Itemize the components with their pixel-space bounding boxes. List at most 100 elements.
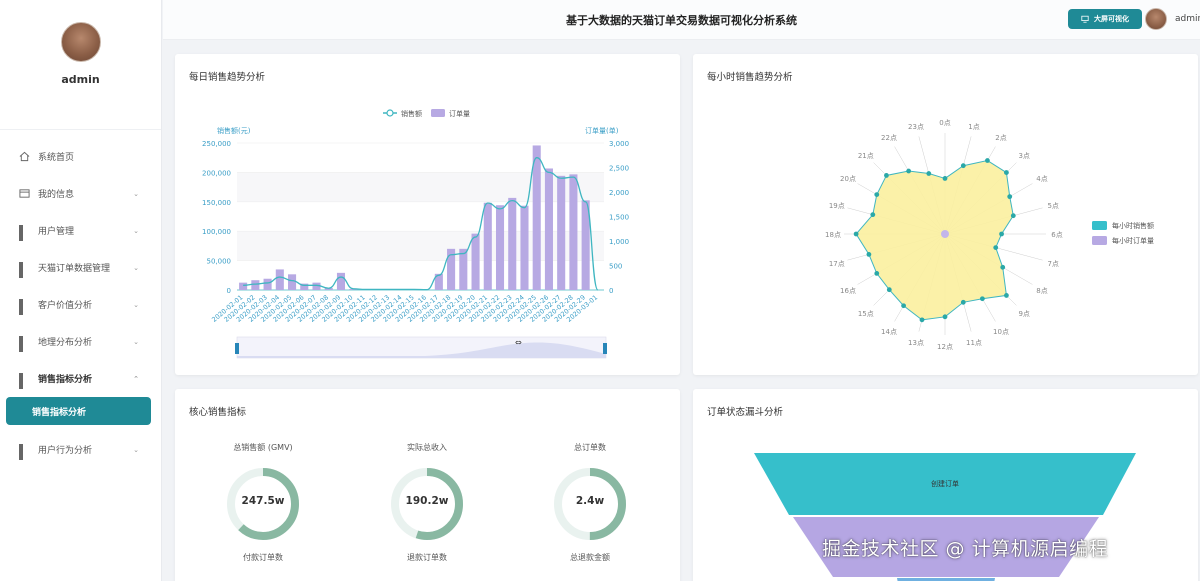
grid-icon	[19, 336, 30, 352]
bar-orders	[483, 202, 492, 290]
radar-indicator-label: 9点	[1018, 310, 1029, 318]
radar-point-sales	[886, 287, 892, 293]
grid-icon	[19, 262, 30, 278]
bar-orders	[312, 282, 321, 290]
kpi-gmv: 总销售额 (GMV) 247.5w 付款订单数	[188, 442, 338, 563]
hourly-sales-card: 每小时销售趋势分析 0点 23点 22点 21点 20点 19点 18点 17点 16点 15点 1…	[693, 54, 1198, 375]
radar-indicator-label: 23点	[908, 123, 924, 131]
sidebar-item-home[interactable]: 系统首页	[0, 138, 161, 175]
bar-orders	[288, 274, 297, 290]
bar-orders	[544, 168, 553, 290]
grid-icon	[19, 444, 30, 460]
zoom-drag-cursor-icon: ⇔	[515, 338, 522, 347]
y2-tick-label: 3,000	[609, 140, 629, 148]
hourly-radar-chart[interactable]: 0点 23点 22点 21点 20点 19点 18点 17点 16点 15点 14点 13点 12点 11…	[693, 54, 1198, 375]
daily-sales-chart[interactable]: 销售额 订单量销售额(元) 订单量(单) 250,000 200,000 150,000 1…	[175, 54, 680, 375]
chevron-down-icon: ⌄	[133, 227, 139, 235]
grid-icon	[19, 373, 30, 389]
radar-point-orders	[941, 230, 949, 238]
radar-indicator-label: 6点	[1051, 231, 1062, 239]
big-screen-label: 大屏可视化	[1094, 15, 1129, 23]
radar-point-sales	[874, 270, 880, 276]
bar-orders	[263, 278, 272, 290]
radar-indicator-label: 19点	[829, 202, 845, 210]
bar-orders	[251, 280, 260, 290]
legend-swatch-sales	[1092, 221, 1107, 230]
radar-indicator-label: 15点	[858, 310, 874, 318]
legend-label: 销售额	[401, 109, 422, 118]
radar-indicator-label: 1点	[968, 123, 979, 131]
y2-axis-title: 订单量(单)	[585, 126, 619, 135]
radar-indicator-label: 17点	[829, 260, 845, 268]
sidebar-item-user-mgmt[interactable]: 用户管理 ⌄	[0, 212, 161, 249]
grid-icon	[19, 299, 30, 315]
page-title: 基于大数据的天猫订单交易数据可视化分析系统	[566, 14, 797, 27]
radar-indicator-label: 4点	[1036, 175, 1047, 183]
radar-indicator-label: 3点	[1018, 152, 1029, 160]
card-title: 核心销售指标	[189, 407, 247, 418]
y-tick-label: 150,000	[202, 199, 231, 207]
radar-point-sales	[870, 212, 876, 218]
kpi-value: 2.4w	[575, 495, 605, 507]
y2-tick-label: 500	[609, 263, 622, 271]
bar-orders	[459, 248, 468, 290]
sidebar-item-customer-value[interactable]: 客户价值分析 ⌄	[0, 286, 161, 323]
bar-orders	[239, 282, 248, 290]
avatar[interactable]	[60, 22, 101, 62]
sidebar-item-label: 用户管理	[38, 227, 75, 237]
radar-point-sales	[942, 314, 948, 320]
radar-series-sales	[855, 159, 1014, 321]
big-screen-button[interactable]: 大屏可视化	[1068, 9, 1142, 29]
y-tick-label: 200,000	[202, 169, 231, 177]
sidebar-subitem-sales-metrics[interactable]: 销售指标分析	[6, 397, 151, 425]
kpi-value: 190.2w	[405, 495, 449, 507]
radar-point-sales	[901, 303, 906, 309]
legend-label: 订单量	[449, 109, 470, 118]
bar-orders	[520, 205, 529, 290]
radar-point-sales	[874, 192, 880, 198]
bar-orders	[508, 197, 517, 290]
radar-indicator-label: 13点	[908, 339, 924, 347]
monitor-icon	[1081, 15, 1089, 23]
radar-indicator-label: 0点	[939, 119, 950, 127]
bar-orders	[557, 175, 566, 290]
funnel-stage-label: 创建订单	[931, 479, 959, 488]
radar-point-sales	[985, 158, 990, 163]
profile-card-icon	[19, 189, 30, 198]
y-tick-label: 50,000	[207, 258, 232, 266]
kpi-card: 核心销售指标 总销售额 (GMV) 247.5w 付款订单数 实际总收入 190…	[175, 389, 680, 581]
sidebar-item-user-behavior[interactable]: 用户行为分析 ⌄	[0, 431, 161, 468]
y2-tick-label: 2,000	[609, 189, 629, 197]
sidebar-item-order-data[interactable]: 天猫订单数据管理 ⌄	[0, 249, 161, 286]
radar-point-sales	[1000, 264, 1006, 270]
legend-swatch-orders	[1092, 236, 1107, 245]
sidebar-menu: 系统首页 我的信息 ⌄ 用户管理 ⌄ 天猫订单数据管理 ⌄ 客户价值分析 ⌄ 地…	[0, 130, 161, 468]
radar-indicator-label: 18点	[825, 231, 841, 239]
radar-indicator-label: 21点	[858, 152, 874, 160]
sidebar-item-geo[interactable]: 地理分布分析 ⌄	[0, 323, 161, 360]
user-name[interactable]: admin	[1175, 14, 1200, 24]
sidebar: admin 系统首页 我的信息 ⌄ 用户管理 ⌄ 天猫订单数据管理 ⌄ 客户价值…	[0, 0, 162, 581]
radar-point-sales	[1010, 213, 1016, 219]
chevron-down-icon: ⌄	[133, 190, 139, 198]
y-tick-label: 0	[227, 287, 231, 295]
radar-point-sales	[1004, 293, 1009, 298]
daily-sales-card: 每日销售趋势分析 销售额 订单量 销售额(元) 订单量(单) 250,000 200,00…	[175, 54, 680, 375]
radar-point-sales	[979, 296, 985, 302]
user-avatar[interactable]	[1145, 8, 1167, 30]
sidebar-item-my-info[interactable]: 我的信息 ⌄	[0, 175, 161, 212]
radar-indicator-label: 14点	[881, 328, 897, 336]
radar-indicator-label: 11点	[966, 339, 982, 347]
radar-point-sales	[884, 173, 889, 178]
sidebar-item-label: 系统首页	[38, 153, 75, 163]
sidebar-item-label: 地理分布分析	[38, 338, 93, 348]
radar-point-sales	[926, 171, 932, 176]
sidebar-item-sales-metrics[interactable]: 销售指标分析 ⌃	[0, 360, 161, 397]
chevron-down-icon: ⌄	[133, 264, 139, 272]
radar-indicator-label: 22点	[881, 134, 897, 142]
radar-indicator-label: 5点	[1047, 202, 1058, 210]
kpi-ring: 190.2w	[389, 466, 465, 542]
kpi-label: 总销售额 (GMV)	[233, 443, 293, 452]
sidebar-item-label: 天猫订单数据管理	[38, 264, 111, 274]
y-axis-title: 销售额(元)	[217, 126, 251, 135]
